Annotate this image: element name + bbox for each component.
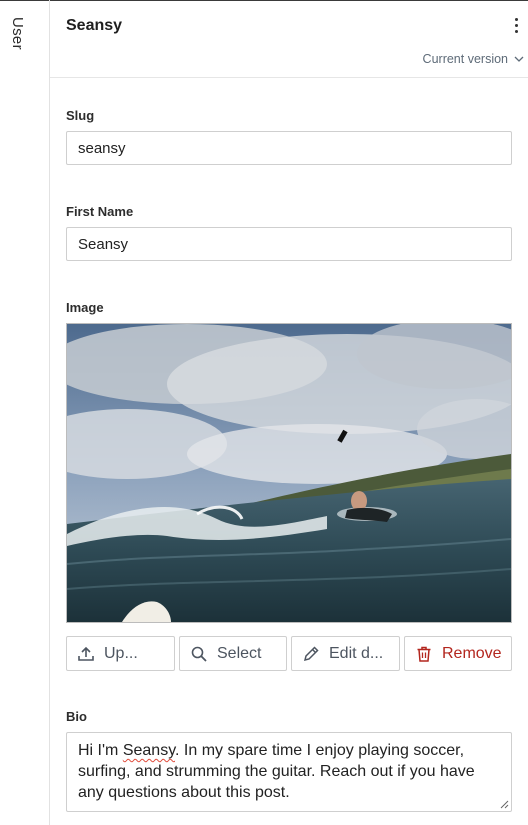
- chevron-down-icon: [514, 56, 524, 62]
- bio-misspelled-word: Seansy: [122, 742, 176, 759]
- first-name-input[interactable]: Seansy: [66, 227, 512, 261]
- upload-icon: [78, 646, 94, 661]
- edit-details-button[interactable]: Edit d...: [291, 636, 400, 671]
- select-button-label: Select: [217, 644, 262, 662]
- page-title: Seansy: [66, 17, 123, 34]
- image-preview: [66, 323, 512, 623]
- resize-handle-icon[interactable]: [500, 800, 509, 809]
- sidebar-tab-label: User: [9, 17, 26, 50]
- bio-text-start: Hi I'm: [78, 742, 123, 759]
- bio-label: Bio: [66, 709, 87, 724]
- slug-input[interactable]: seansy: [66, 131, 512, 165]
- bio-textarea[interactable]: Hi I'm Seansy. In my spare time I enjoy …: [66, 732, 512, 812]
- pencil-icon: [303, 645, 319, 661]
- remove-button-label: Remove: [442, 644, 502, 662]
- more-options-icon[interactable]: [512, 16, 520, 36]
- version-selector[interactable]: Current version: [423, 52, 524, 66]
- slug-label: Slug: [66, 108, 95, 123]
- search-icon: [191, 646, 207, 662]
- edit-details-button-label: Edit d...: [329, 644, 384, 662]
- document-panel: Seansy Current version Slug seansy First…: [50, 0, 528, 825]
- first-name-label: First Name: [66, 204, 134, 219]
- sidebar-tab[interactable]: User: [0, 0, 50, 825]
- select-button[interactable]: Select: [179, 636, 287, 671]
- upload-button-label: Up...: [104, 644, 138, 662]
- image-label: Image: [66, 300, 104, 315]
- header-divider: [50, 77, 528, 78]
- trash-icon: [417, 646, 431, 662]
- remove-button[interactable]: Remove: [404, 636, 512, 671]
- version-label: Current version: [422, 52, 508, 66]
- upload-button[interactable]: Up...: [66, 636, 175, 671]
